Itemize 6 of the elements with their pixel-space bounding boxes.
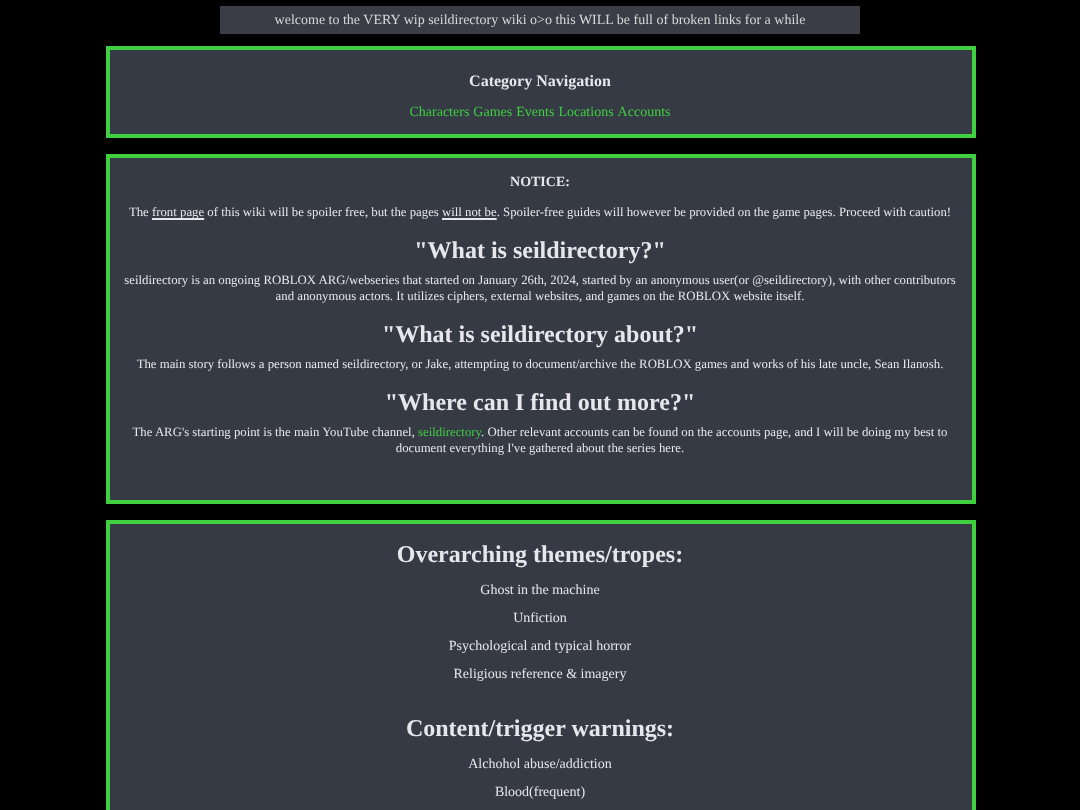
navigation-title: Category Navigation: [469, 72, 611, 92]
list-heading: Overarching themes/tropes:: [396, 540, 684, 568]
section-heading: "What is seildirectory about?": [381, 320, 699, 348]
section-heading: "Where can I find out more?": [384, 388, 696, 416]
section-heading: "What is seildirectory?": [414, 236, 666, 264]
list-heading: Content/trigger warnings:: [405, 714, 675, 742]
